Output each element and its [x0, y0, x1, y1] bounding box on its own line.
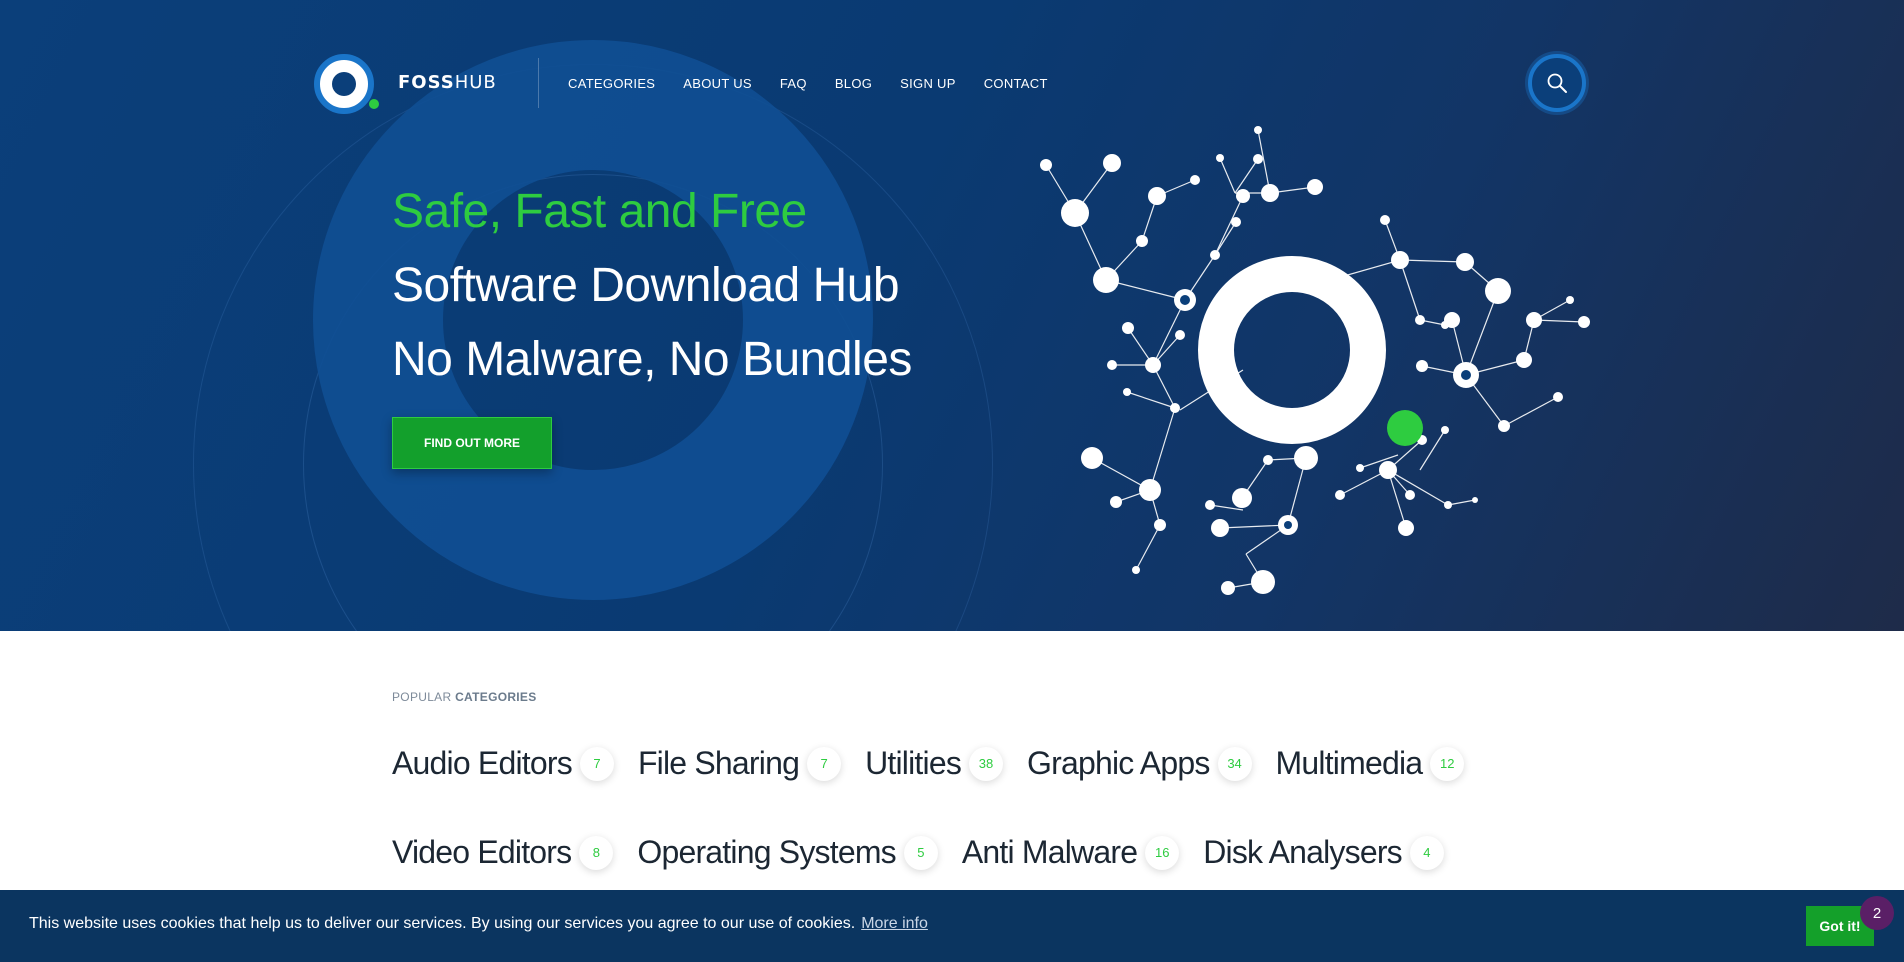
category-name[interactable]: Video Editors — [392, 834, 572, 871]
nav-blog[interactable]: BLOG — [835, 76, 872, 91]
notification-badge[interactable]: 2 — [1860, 896, 1894, 930]
categories-row-1: Audio Editors 7 File Sharing 7 Utilities… — [392, 745, 1465, 782]
logo-text-bold: FOSS — [398, 72, 455, 93]
hero-section: FOSSHUB CATEGORIES ABOUT US FAQ BLOG SIG… — [0, 0, 1904, 631]
logo-text-light: HUB — [454, 72, 497, 93]
hero-heading: Software Download Hub — [392, 259, 900, 312]
logo-dot — [369, 99, 379, 109]
more-info-link[interactable]: More info — [861, 915, 928, 932]
hero-tagline: Safe, Fast and Free — [392, 185, 807, 238]
category-count-badge: 7 — [579, 746, 614, 781]
category-file-sharing[interactable]: File Sharing 7 — [638, 745, 842, 782]
category-count-badge: 16 — [1145, 835, 1180, 870]
category-operating-systems[interactable]: Operating Systems 5 — [637, 834, 938, 871]
network-illustration — [1040, 126, 1590, 595]
category-name[interactable]: File Sharing — [638, 745, 800, 782]
search-button[interactable] — [1528, 54, 1586, 112]
find-out-more-button[interactable]: FIND OUT MORE — [392, 417, 552, 469]
search-icon — [1547, 73, 1567, 93]
category-name[interactable]: Operating Systems — [637, 834, 896, 871]
page: FOSSHUB CATEGORIES ABOUT US FAQ BLOG SIG… — [0, 0, 1904, 962]
category-count-badge: 7 — [807, 746, 842, 781]
category-multimedia[interactable]: Multimedia 12 — [1276, 745, 1465, 782]
nav-contact[interactable]: CONTACT — [984, 76, 1048, 91]
category-name[interactable]: Anti Malware — [962, 834, 1138, 871]
cookie-consent-bar: This website uses cookies that help us t… — [0, 890, 1904, 962]
cookie-message: This website uses cookies that help us t… — [29, 915, 856, 932]
category-video-editors[interactable]: Video Editors 8 — [392, 834, 614, 871]
popular-categories-label: POPULAR CATEGORIES — [392, 690, 537, 704]
category-name[interactable]: Utilities — [865, 745, 962, 782]
category-name[interactable]: Audio Editors — [392, 745, 573, 782]
category-count-badge: 38 — [969, 746, 1004, 781]
logo-icon[interactable] — [314, 54, 374, 114]
category-audio-editors[interactable]: Audio Editors 7 — [392, 745, 614, 782]
nav-about-us[interactable]: ABOUT US — [683, 76, 752, 91]
categories-row-2: Video Editors 8 Operating Systems 5 Anti… — [392, 834, 1444, 871]
category-count-badge: 34 — [1217, 746, 1252, 781]
category-name[interactable]: Disk Analysers — [1203, 834, 1402, 871]
hero-background-donut — [313, 40, 873, 600]
category-count-badge: 5 — [903, 835, 938, 870]
section-label-light: POPULAR — [392, 690, 456, 704]
category-count-badge: 12 — [1430, 746, 1465, 781]
category-disk-analysers[interactable]: Disk Analysers 4 — [1203, 834, 1444, 871]
category-name[interactable]: Graphic Apps — [1027, 745, 1210, 782]
main-nav: CATEGORIES ABOUT US FAQ BLOG SIGN UP CON… — [568, 76, 1048, 91]
logo-text[interactable]: FOSSHUB — [398, 72, 497, 93]
header-divider — [538, 58, 539, 108]
hero-subheading: No Malware, No Bundles — [392, 333, 912, 386]
category-utilities[interactable]: Utilities 38 — [865, 745, 1004, 782]
category-name[interactable]: Multimedia — [1276, 745, 1424, 782]
cookie-text-wrapper: This website uses cookies that help us t… — [29, 915, 928, 933]
category-count-badge: 8 — [579, 835, 614, 870]
nav-sign-up[interactable]: SIGN UP — [900, 76, 956, 91]
category-graphic-apps[interactable]: Graphic Apps 34 — [1027, 745, 1252, 782]
category-anti-malware[interactable]: Anti Malware 16 — [962, 834, 1180, 871]
section-label-bold: CATEGORIES — [455, 690, 537, 704]
nav-faq[interactable]: FAQ — [780, 76, 807, 91]
category-count-badge: 4 — [1409, 835, 1444, 870]
nav-categories[interactable]: CATEGORIES — [568, 76, 655, 91]
